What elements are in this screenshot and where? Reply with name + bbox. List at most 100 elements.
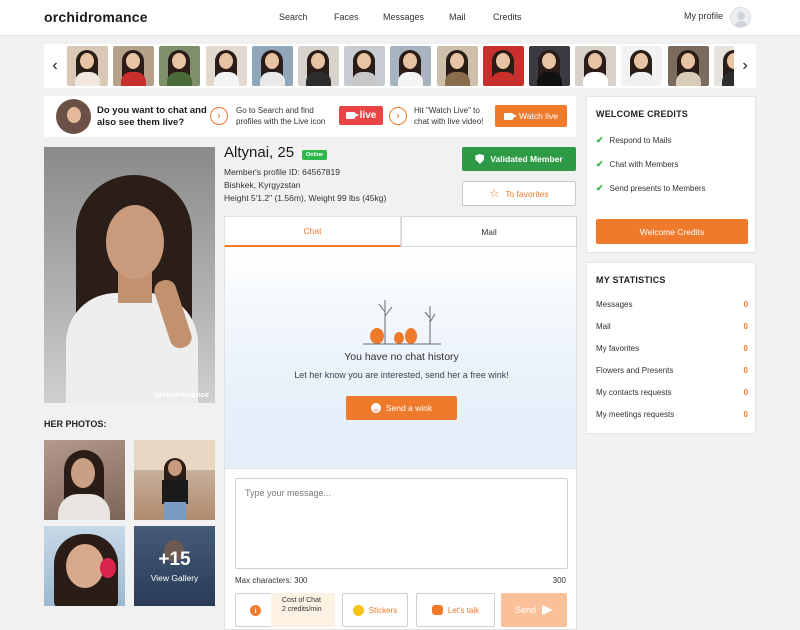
promo-search-text: Go to Search and find profiles with the …	[236, 106, 326, 126]
star-icon: ☆	[489, 188, 500, 200]
watch-live-button[interactable]: Watch live	[495, 105, 567, 127]
check-icon: ✔	[596, 135, 604, 145]
stat-row-presents[interactable]: Flowers and Presents 0	[596, 366, 748, 375]
empty-chat-illustration	[363, 300, 441, 345]
carousel-thumb[interactable]	[67, 46, 108, 86]
welcome-credits-button[interactable]: Welcome Credits	[596, 219, 748, 244]
watch-live-label: Watch live	[519, 111, 558, 121]
online-badge: Online	[302, 150, 328, 160]
carousel-thumb[interactable]	[575, 46, 617, 86]
carousel-prev-button[interactable]: ‹	[44, 44, 66, 88]
nav-credits[interactable]: Credits	[493, 12, 522, 22]
location: Bishkek, Kyrgyzstan	[224, 180, 301, 190]
lets-talk-button[interactable]: Let's talk	[416, 593, 495, 627]
arrow-right-icon: ›	[389, 107, 407, 125]
no-chat-title: You have no chat history	[344, 351, 459, 363]
smile-icon	[370, 403, 381, 413]
carousel-thumb[interactable]	[113, 46, 155, 86]
promo-photo	[56, 99, 91, 134]
welcome-credits-title: WELCOME CREDITS	[596, 109, 688, 119]
carousel-thumb[interactable]	[621, 46, 663, 86]
carousel-next-button[interactable]: ›	[734, 44, 756, 88]
welcome-credits-card: WELCOME CREDITS ✔ Respond to Mails ✔ Cha…	[586, 96, 756, 253]
stat-row-mail[interactable]: Mail 0	[596, 322, 748, 331]
message-composer: Max characters: 300 300 i Cost of Chat 2…	[224, 468, 577, 630]
promo-watch-text: Hit "Watch Live" to chat with live video…	[414, 106, 484, 126]
stat-row-contacts[interactable]: My contacts requests 0	[596, 388, 748, 397]
message-input[interactable]	[235, 478, 568, 569]
validated-label: Validated Member	[490, 154, 563, 164]
statistics-title: MY STATISTICS	[596, 275, 666, 285]
favorites-label: To favorites	[505, 188, 549, 199]
chat-bubble-icon	[431, 605, 443, 615]
welcome-item: ✔ Send presents to Members	[596, 183, 706, 193]
chat-info-button[interactable]: i	[235, 593, 276, 627]
top-header: orchidromance Search Faces Messages Mail…	[0, 0, 800, 36]
avatar[interactable]	[730, 7, 751, 28]
carousel-thumb[interactable]	[298, 46, 339, 86]
sticker-icon	[352, 604, 364, 616]
add-to-favorites-button[interactable]: ☆ To favorites	[462, 181, 576, 206]
carousel-thumb[interactable]	[251, 46, 293, 86]
gallery-thumb[interactable]	[44, 526, 125, 606]
site-logo[interactable]: orchidromance	[44, 9, 148, 25]
chevron-left-icon: ‹	[52, 57, 58, 74]
send-label: Send	[514, 605, 537, 615]
shield-check-icon	[475, 154, 485, 164]
stickers-button[interactable]: Stickers	[342, 593, 408, 627]
info-icon: i	[250, 604, 261, 616]
send-wink-label: Send a wink	[385, 403, 433, 413]
check-icon: ✔	[596, 159, 604, 169]
send-wink-button[interactable]: Send a wink	[346, 396, 457, 420]
carousel-thumb[interactable]	[390, 46, 432, 86]
validated-member-badge: Validated Member	[462, 147, 576, 171]
stat-row-messages[interactable]: Messages 0	[596, 300, 748, 309]
chevron-right-icon: ›	[742, 57, 748, 74]
photo-watermark: orchidromance	[154, 390, 209, 399]
carousel-thumb[interactable]	[205, 46, 247, 86]
characters-remaining: 300	[552, 576, 566, 585]
carousel-thumb[interactable]	[482, 46, 524, 86]
gallery-thumb[interactable]	[44, 440, 125, 520]
view-gallery-button[interactable]: +15 View Gallery	[134, 526, 215, 606]
paper-plane-icon	[542, 605, 554, 615]
gallery-overlay: +15 View Gallery	[134, 526, 215, 606]
video-camera-icon	[504, 112, 518, 120]
her-photos-heading: HER PHOTOS:	[44, 419, 107, 429]
max-characters-label: Max characters: 300	[235, 576, 308, 585]
nav-search[interactable]: Search	[279, 12, 308, 22]
height-weight: Height 5'1.2" (1.56m), Weight 99 lbs (45…	[224, 193, 387, 203]
member-id: Member's profile ID: 64567819	[224, 167, 340, 177]
carousel-thumb[interactable]	[344, 46, 386, 86]
promo-question: Do you want to chat and also see them li…	[97, 105, 207, 128]
my-statistics-card: MY STATISTICS Messages 0 Mail 0 My favorit…	[586, 262, 756, 434]
nav-faces[interactable]: Faces	[334, 12, 359, 22]
send-button[interactable]: Send	[501, 593, 567, 627]
tab-chat[interactable]: Chat	[224, 216, 401, 247]
stat-row-meetings[interactable]: My meetings requests 0	[596, 410, 748, 419]
gallery-count: +15	[158, 548, 191, 570]
carousel-thumb[interactable]	[159, 46, 201, 86]
cost-value: 2 credits/min	[282, 605, 322, 613]
main-profile-photo[interactable]: orchidromance	[44, 147, 215, 403]
my-profile-link[interactable]: My profile	[684, 11, 723, 21]
live-label: live	[359, 110, 377, 121]
no-chat-subtitle: Let her know you are interested, send he…	[294, 370, 509, 380]
check-icon: ✔	[596, 183, 604, 193]
nav-messages[interactable]: Messages	[383, 12, 424, 22]
tab-mail[interactable]: Mail	[401, 216, 577, 247]
nav-mail[interactable]: Mail	[449, 12, 466, 22]
profile-name: Altynai, 25	[224, 144, 295, 161]
carousel-thumb[interactable]	[436, 46, 478, 86]
profile-carousel: ‹ ›	[44, 44, 756, 88]
cost-title: Cost of Chat	[282, 597, 321, 604]
chat-mail-tabs: Chat Mail	[224, 216, 577, 247]
live-button[interactable]: live	[339, 106, 383, 125]
carousel-thumb[interactable]	[529, 46, 570, 86]
chat-history-area: You have no chat history Let her know yo…	[224, 247, 577, 468]
carousel-thumb[interactable]	[667, 46, 709, 86]
welcome-item: ✔ Respond to Mails	[596, 135, 672, 145]
gallery-thumb[interactable]	[134, 440, 215, 520]
view-gallery-label: View Gallery	[150, 572, 199, 583]
stat-row-favorites[interactable]: My favorites 0	[596, 344, 748, 353]
